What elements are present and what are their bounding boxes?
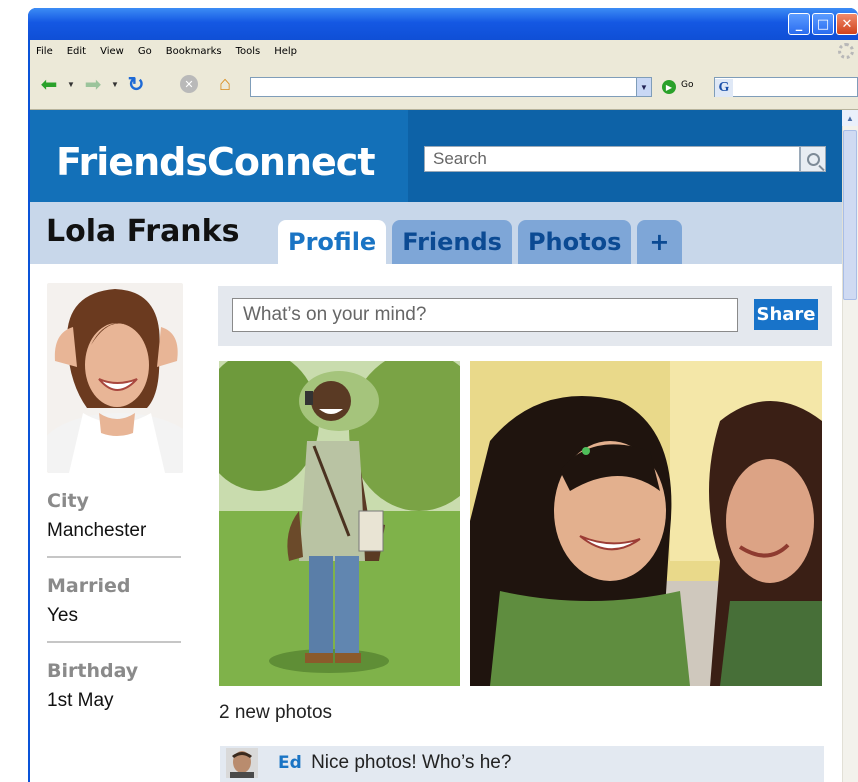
search-input[interactable]: Search: [424, 146, 800, 172]
info-value: 1st May: [47, 690, 114, 711]
refresh-icon[interactable]: ↻: [124, 72, 148, 96]
profile-name: Lola Franks: [46, 214, 240, 249]
avatar[interactable]: [47, 283, 183, 473]
menu-view[interactable]: View: [100, 46, 124, 57]
info-value: Yes: [47, 605, 78, 626]
info-label: Married: [47, 575, 131, 597]
vertical-scrollbar[interactable]: ▲: [842, 110, 858, 782]
minimize-icon[interactable]: _: [788, 13, 810, 35]
maximize-icon[interactable]: □: [812, 13, 834, 35]
menu-file[interactable]: File: [36, 46, 53, 57]
google-icon: G: [715, 79, 733, 97]
google-search-box[interactable]: G: [714, 77, 858, 97]
tab-profile[interactable]: Profile: [278, 220, 387, 264]
menu-help[interactable]: Help: [274, 46, 297, 57]
info-label: City: [47, 490, 89, 512]
comment-avatar[interactable]: [226, 748, 258, 778]
profile-tabs: Profile Friends Photos +: [278, 220, 682, 264]
divider: [47, 556, 181, 558]
throbber-icon: [838, 43, 854, 59]
stop-icon[interactable]: ✕: [178, 72, 200, 96]
address-bar[interactable]: [250, 77, 642, 97]
divider: [47, 641, 181, 643]
tab-photos[interactable]: Photos: [517, 220, 632, 264]
photo-man-walking[interactable]: [219, 361, 460, 686]
back-arrow-icon[interactable]: ⬅: [36, 72, 62, 96]
tab-add[interactable]: +: [637, 220, 682, 264]
page-viewport: FriendsConnect Search Lola Franks Profil…: [30, 110, 858, 782]
info-birthday: Birthday 1st May: [47, 660, 181, 712]
photos-caption: 2 new photos: [219, 702, 333, 723]
menu-bar: File Edit View Go Bookmarks Tools Help: [30, 40, 858, 62]
browser-window: _ □ ✕ File Edit View Go Bookmarks Tools …: [28, 8, 858, 782]
menu-tools[interactable]: Tools: [236, 46, 261, 57]
scroll-up-icon[interactable]: ▲: [842, 110, 858, 126]
search-button[interactable]: [800, 146, 826, 172]
info-value: Manchester: [47, 520, 147, 541]
address-dropdown-icon[interactable]: ▼: [636, 77, 652, 97]
scroll-thumb[interactable]: [843, 130, 857, 300]
search-area: Search: [408, 110, 842, 202]
profile-bar: Lola Franks Profile Friends Photos +: [30, 202, 842, 264]
info-label: Birthday: [47, 660, 139, 682]
navigation-toolbar: ⬅ ▼ ➡ ▼ ↻ ✕ ⌂ ▼ ▶ Go G: [30, 62, 858, 110]
forward-arrow-icon[interactable]: ➡: [80, 72, 106, 96]
close-icon[interactable]: ✕: [836, 13, 858, 35]
back-dropdown-icon[interactable]: ▼: [66, 72, 76, 96]
photo-two-women[interactable]: [470, 361, 822, 686]
home-icon[interactable]: ⌂: [212, 72, 238, 96]
tab-friends[interactable]: Friends: [392, 220, 512, 264]
menu-go[interactable]: Go: [138, 46, 152, 57]
site-logo[interactable]: FriendsConnect: [56, 140, 375, 184]
status-composer: What’s on your mind? Share: [218, 286, 832, 346]
menu-bookmarks[interactable]: Bookmarks: [166, 46, 222, 57]
status-input[interactable]: What’s on your mind?: [232, 298, 738, 332]
comment-text: Ed Nice photos! Who’s he?: [278, 752, 511, 774]
comment-body: Nice photos! Who’s he?: [311, 752, 512, 773]
go-button[interactable]: Go: [681, 80, 693, 90]
go-icon[interactable]: ▶: [662, 80, 676, 94]
info-married: Married Yes: [47, 575, 181, 627]
search-icon: [806, 152, 820, 166]
comment-author[interactable]: Ed: [278, 753, 302, 773]
info-city: City Manchester: [47, 490, 181, 542]
comment: Ed Nice photos! Who’s he?: [220, 746, 824, 780]
site-header: FriendsConnect Search: [30, 110, 842, 202]
share-button[interactable]: Share: [754, 299, 818, 330]
menu-edit[interactable]: Edit: [67, 46, 86, 57]
forward-dropdown-icon[interactable]: ▼: [110, 72, 120, 96]
title-bar[interactable]: _ □ ✕: [28, 8, 858, 40]
